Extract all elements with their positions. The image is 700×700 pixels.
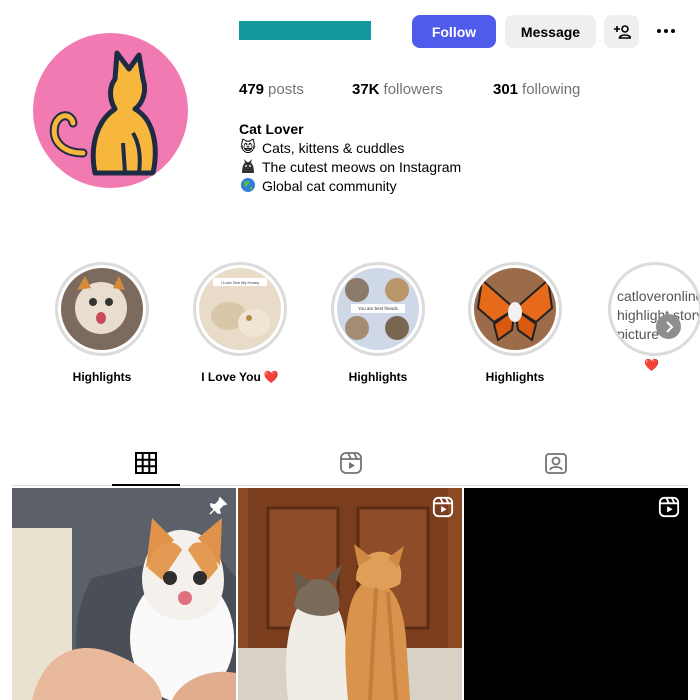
black-cat-emoji	[239, 158, 257, 176]
highlight-item[interactable]: Highlights	[54, 262, 150, 384]
message-button[interactable]: Message	[505, 15, 596, 48]
tagged-icon	[545, 453, 567, 474]
bio-line: The cutest meows on Instagram	[239, 158, 461, 176]
highlight-caption: I Love See My Honey	[221, 280, 259, 285]
suggest-user-button[interactable]	[604, 15, 639, 48]
person-add-icon	[613, 24, 631, 39]
highlight-item[interactable]: Highlights	[467, 262, 563, 384]
post-thumbnail[interactable]	[464, 488, 688, 700]
highlight-thumbnail: I Love See My Honey	[199, 268, 281, 350]
highlight-thumbnail	[474, 268, 556, 350]
more-options-icon[interactable]	[651, 21, 681, 41]
followers-link[interactable]: 37K followers	[352, 81, 443, 98]
posts-count: 479 posts	[239, 81, 304, 98]
highlight-thumbnail	[61, 268, 143, 350]
smiling-cat-emoji: 😸	[240, 139, 256, 156]
tab-posts[interactable]	[133, 450, 159, 476]
heart-icon: ❤️	[644, 358, 659, 372]
following-link[interactable]: 301 following	[493, 81, 580, 98]
pinned-post-icon	[209, 496, 228, 515]
post-thumbnail[interactable]	[238, 488, 462, 700]
heart-icon: ❤️	[263, 370, 279, 384]
post-thumbnail[interactable]	[12, 488, 236, 700]
highlight-label: Highlights	[72, 370, 132, 384]
tab-reels[interactable]	[338, 450, 364, 476]
bio-line: Global cat community	[239, 177, 397, 195]
highlight-item[interactable]: I Love See My Honey I Love You ❤️	[192, 262, 288, 384]
grid-icon	[135, 452, 157, 474]
cat-logo-icon	[49, 50, 158, 176]
broken-image-alt: catloveronline highlight story picture	[617, 288, 700, 342]
reels-post-icon	[658, 496, 680, 518]
tab-active-indicator	[112, 484, 180, 486]
username	[239, 21, 371, 40]
highlight-label: I Love You ❤️	[201, 370, 279, 384]
highlight-item-broken[interactable]: catloveronline highlight story picture	[608, 262, 700, 356]
highlight-thumbnail: You are best friends	[337, 268, 419, 350]
profile-name: Cat Lover	[239, 121, 304, 137]
highlight-caption: You are best friends	[358, 306, 399, 311]
tab-tagged[interactable]	[543, 450, 569, 476]
reels-post-icon	[432, 496, 454, 518]
follow-button[interactable]: Follow	[412, 15, 496, 48]
globe-emoji	[239, 177, 257, 195]
highlight-item[interactable]: You are best friends Highlights	[330, 262, 426, 384]
profile-avatar[interactable]	[33, 33, 188, 188]
highlight-label: ❤️	[644, 358, 659, 372]
bio-line: 😸 Cats, kittens & cuddles	[240, 139, 405, 156]
reels-icon	[340, 452, 362, 474]
chevron-right-icon	[665, 320, 673, 333]
highlights-next-button[interactable]	[656, 314, 681, 339]
highlight-label: Highlights	[348, 370, 408, 384]
highlight-label: Highlights	[485, 370, 545, 384]
